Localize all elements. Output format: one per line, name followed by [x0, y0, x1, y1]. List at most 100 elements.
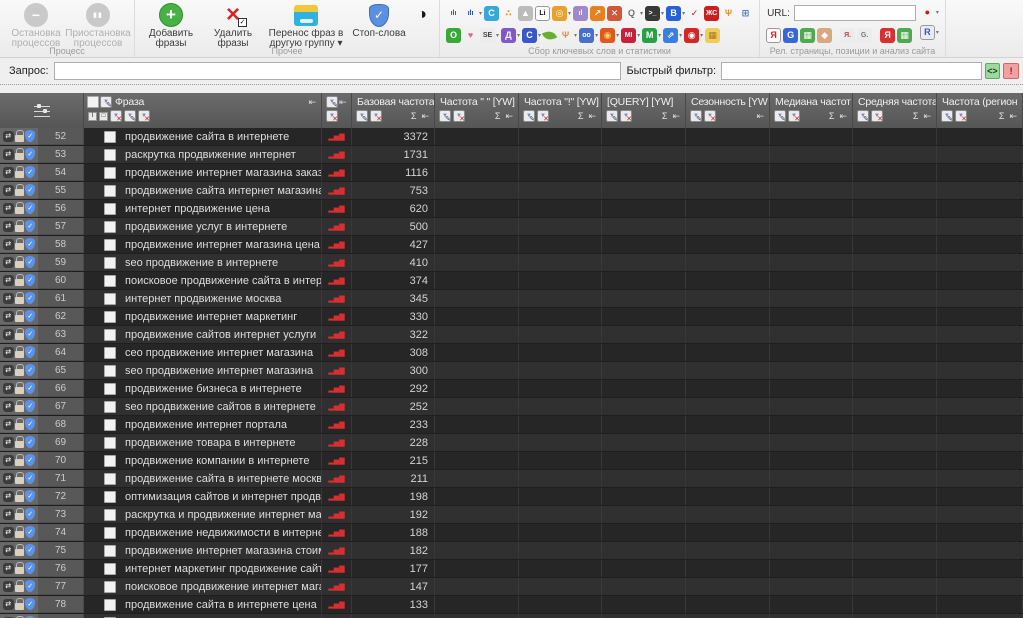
trend-cell[interactable]: ▂▅▇: [322, 200, 352, 217]
phrase-cell[interactable]: seo продвижение в интернете: [84, 254, 322, 271]
image-icon[interactable]: ▲: [518, 5, 534, 21]
row-checkbox[interactable]: [104, 382, 116, 395]
trend-chart-icon[interactable]: ▂▅▇: [322, 277, 351, 285]
stop-words-button[interactable]: ✓ Стоп-слова: [348, 2, 410, 39]
shield-check-icon[interactable]: ✓: [25, 310, 36, 322]
trend-cell[interactable]: ▂▅▇: [322, 218, 352, 235]
trend-cell[interactable]: ▂▅▇: [322, 236, 352, 253]
lock-icon[interactable]: [14, 238, 24, 250]
sum-icon[interactable]: Σ: [578, 111, 584, 121]
row-checkbox[interactable]: [104, 598, 116, 611]
shield-check-icon[interactable]: ✓: [25, 202, 36, 214]
lock-icon[interactable]: [14, 292, 24, 304]
trend-cell[interactable]: ▂▅▇: [322, 308, 352, 325]
lock-icon[interactable]: [14, 364, 24, 376]
phrase-cell[interactable]: интернет маркетинг продвижение сайто: [84, 560, 322, 577]
sum-icon[interactable]: Σ: [662, 111, 668, 121]
target-disc-icon[interactable]: ◎: [552, 5, 568, 21]
pin-column-icon[interactable]: ⇤: [672, 111, 680, 122]
c-blue-icon[interactable]: C: [522, 27, 538, 43]
row-checkbox[interactable]: [104, 436, 116, 449]
shield-check-icon[interactable]: ✓: [25, 454, 36, 466]
shield-check-icon[interactable]: ✓: [25, 418, 36, 430]
shield-check-icon[interactable]: ✓: [25, 238, 36, 250]
spellcheck-icon[interactable]: ✓: [687, 6, 702, 21]
yandex-pos-icon[interactable]: Я.: [840, 27, 856, 43]
transfer-icon[interactable]: ⇄: [2, 472, 14, 484]
trend-cell[interactable]: ▂▅▇: [322, 290, 352, 307]
dropdown-arrow-icon[interactable]: ▾: [936, 29, 939, 36]
row-checkbox[interactable]: [104, 346, 116, 359]
service-c-teal-icon[interactable]: C: [484, 5, 500, 21]
row-checkbox[interactable]: [104, 166, 116, 179]
transfer-icon[interactable]: ⇄: [2, 256, 14, 268]
shield-check-icon[interactable]: ✓: [25, 220, 36, 232]
trend-chart-icon[interactable]: ▂▅▇: [322, 547, 351, 555]
stat-red-bars-icon[interactable]: ılı: [446, 6, 461, 21]
serp-icon[interactable]: SE: [480, 27, 495, 43]
filter-edit-icon[interactable]: ▼: [439, 110, 451, 123]
trend-chart-icon[interactable]: ▂▅▇: [322, 169, 351, 177]
lock-icon[interactable]: [14, 598, 24, 610]
phrase-cell[interactable]: раскрутка продвижение интернет: [84, 146, 322, 163]
phrase-cell[interactable]: seo продвижение сайтов в интернете: [84, 398, 322, 415]
trend-chart-icon[interactable]: ▂▅▇: [322, 367, 351, 375]
b-blue-icon[interactable]: B: [666, 5, 682, 21]
transfer-icon[interactable]: ⇄: [2, 274, 14, 286]
row-checkbox[interactable]: [104, 292, 116, 305]
trend-cell[interactable]: ▂▅▇: [322, 506, 352, 523]
phrase-cell[interactable]: продвижение сайта в интернете: [84, 128, 322, 145]
trend-cell[interactable]: ▂▅▇: [322, 596, 352, 613]
lock-icon[interactable]: [14, 562, 24, 574]
trend-cell[interactable]: ▂▅▇: [322, 398, 352, 415]
shield-check-icon[interactable]: ✓: [25, 148, 36, 160]
search-icon[interactable]: Q: [624, 6, 639, 21]
case-i-icon[interactable]: I: [88, 111, 97, 121]
column-header[interactable]: Частота "!" [YW] ▼▼ Σ ⇤: [519, 93, 602, 128]
google-pos-icon[interactable]: G.: [857, 27, 873, 43]
trend-chart-icon[interactable]: ▂▅▇: [322, 385, 351, 393]
row-checkbox[interactable]: [104, 238, 116, 251]
shield-check-icon[interactable]: ✓: [25, 400, 36, 412]
pin-column-icon[interactable]: ⇤: [756, 111, 764, 122]
transfer-icon[interactable]: ⇄: [2, 310, 14, 322]
trend-cell[interactable]: ▂▅▇: [322, 542, 352, 559]
trend-cell[interactable]: ▂▅▇: [322, 614, 352, 618]
dropdown-arrow-icon[interactable]: ▾: [479, 10, 482, 17]
trend-chart-icon[interactable]: ▂▅▇: [322, 493, 351, 501]
trend-chart-icon[interactable]: ▂▅▇: [322, 565, 351, 573]
row-checkbox[interactable]: [104, 148, 116, 161]
pin-column-icon[interactable]: ⇤: [923, 111, 931, 122]
transfer-icon[interactable]: ⇄: [2, 148, 14, 160]
sum-icon[interactable]: Σ: [999, 111, 1005, 121]
dropdown-arrow-icon[interactable]: ▾: [574, 32, 577, 39]
stop-processes-button[interactable]: − Остановка процессов: [5, 2, 67, 49]
phrase-cell[interactable]: продвижение бизнеса в интернете: [84, 380, 322, 397]
trend-cell[interactable]: ▂▅▇: [322, 416, 352, 433]
shield-check-icon[interactable]: ✓: [25, 490, 36, 502]
lock-icon[interactable]: [14, 508, 24, 520]
spy-icon[interactable]: oo: [579, 27, 595, 43]
trend-cell[interactable]: ▂▅▇: [322, 488, 352, 505]
trend-chart-icon[interactable]: ▂▅▇: [322, 259, 351, 267]
red-ball-icon[interactable]: ●: [920, 5, 935, 20]
phrase-cell[interactable]: сео продвижение интернет магазина: [84, 344, 322, 361]
transfer-icon[interactable]: ⇄: [2, 436, 14, 448]
shield-check-icon[interactable]: ✓: [25, 580, 36, 592]
grid-blue-icon[interactable]: ⊞: [738, 6, 753, 21]
trend-chart-icon[interactable]: ▂▅▇: [322, 421, 351, 429]
filter-edit-icon[interactable]: ▼: [857, 110, 869, 123]
phrase-cell[interactable]: интернет продвижение цена: [84, 200, 322, 217]
filter-clear-icon[interactable]: ▼: [871, 110, 883, 123]
dropdown-arrow-icon[interactable]: ▾: [936, 9, 939, 16]
transfer-icon[interactable]: ⇄: [2, 220, 14, 232]
console-icon[interactable]: >_: [645, 5, 661, 21]
trend-cell[interactable]: ▂▅▇: [322, 380, 352, 397]
pin-column-icon[interactable]: ⇤: [505, 111, 513, 122]
filter-edit-icon[interactable]: ▼: [326, 96, 338, 109]
case-o-icon[interactable]: □: [99, 111, 108, 121]
trend-cell[interactable]: ▂▅▇: [322, 434, 352, 451]
shield-check-icon[interactable]: ✓: [25, 472, 36, 484]
lock-icon[interactable]: [14, 130, 24, 142]
filter-edit-icon[interactable]: ▼: [774, 110, 786, 123]
